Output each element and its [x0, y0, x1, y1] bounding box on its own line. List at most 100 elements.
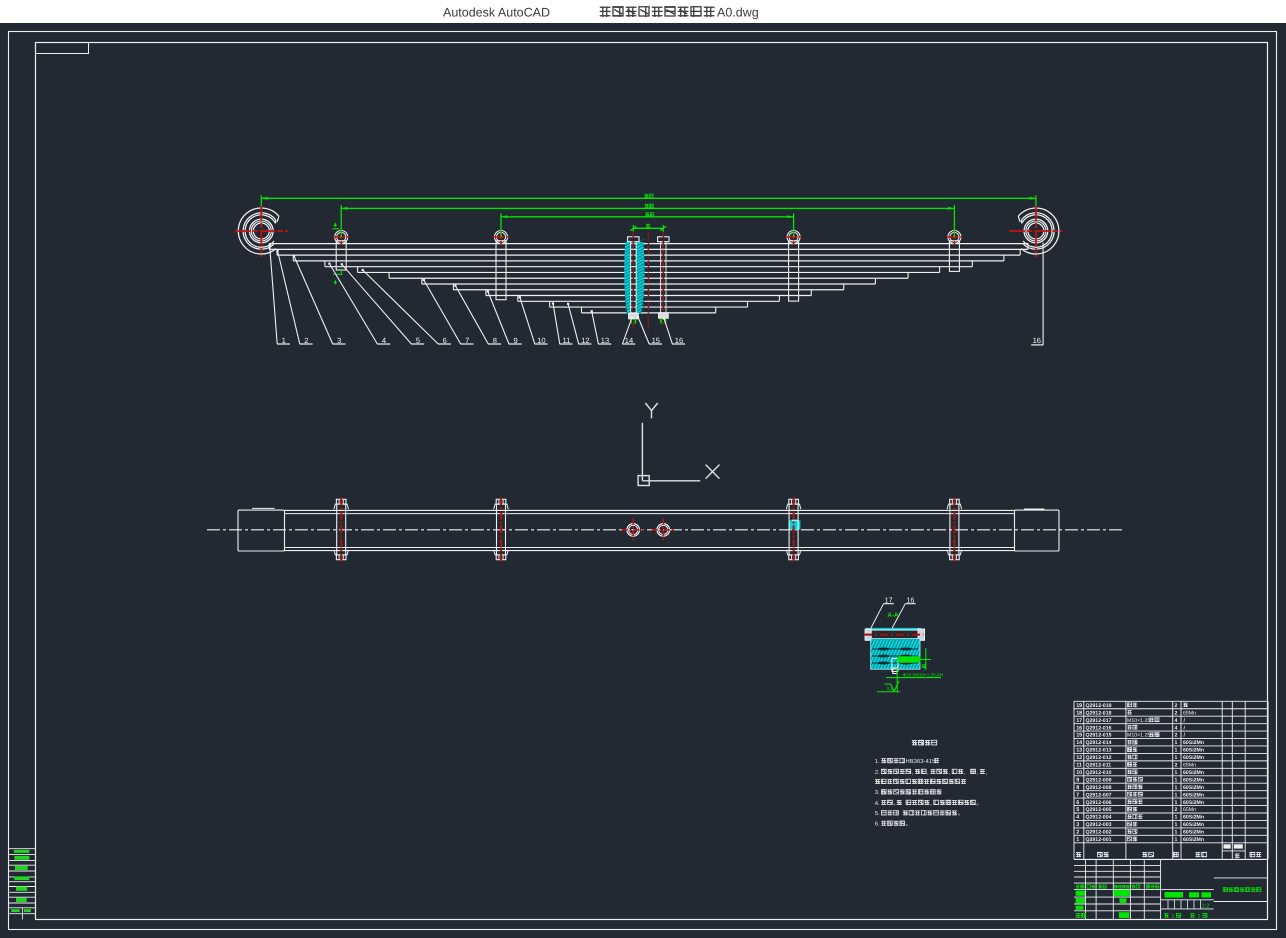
svg-text:2.: 2.	[875, 769, 880, 776]
svg-text:1:2: 1:2	[1202, 903, 1210, 909]
svg-text:3.2: 3.2	[887, 686, 894, 691]
svg-text:4.: 4.	[875, 800, 880, 807]
svg-text:Q2912-018: Q2912-018	[1086, 710, 1112, 716]
svg-text:2: 2	[1175, 733, 1178, 739]
svg-text:13: 13	[1076, 748, 1082, 754]
svg-text:8: 8	[493, 336, 497, 345]
svg-text:17: 17	[1076, 718, 1082, 724]
svg-text:12: 12	[581, 336, 589, 345]
svg-text:Φ10.5M10×1.25-6H: Φ10.5M10×1.25-6H	[903, 672, 944, 677]
svg-text:60Si2Mn: 60Si2Mn	[1183, 777, 1204, 783]
svg-text:A-A: A-A	[887, 612, 899, 619]
svg-text:Q2912-002: Q2912-002	[1086, 830, 1112, 836]
svg-text:13: 13	[601, 336, 609, 345]
svg-text:Q2912-010: Q2912-010	[1086, 770, 1112, 776]
svg-text:Q2912-011: Q2912-011	[1086, 763, 1112, 769]
svg-text:1: 1	[282, 336, 286, 345]
svg-text:9: 9	[513, 336, 517, 345]
svg-text:Q2912-013: Q2912-013	[1086, 748, 1112, 754]
svg-text:Q2912-019: Q2912-019	[1086, 703, 1112, 709]
svg-text:4: 4	[1175, 725, 1178, 731]
svg-text:19: 19	[1076, 703, 1082, 709]
svg-text:2: 2	[1175, 807, 1178, 813]
svg-text:15: 15	[1076, 733, 1082, 739]
svg-text:18: 18	[1076, 710, 1082, 716]
svg-text:5: 5	[416, 336, 420, 345]
svg-text:65Mn: 65Mn	[1183, 710, 1196, 716]
svg-text:3: 3	[1076, 822, 1079, 828]
svg-text:60Si2Mn: 60Si2Mn	[1183, 755, 1204, 761]
svg-text:1: 1	[1175, 792, 1178, 798]
svg-text:1: 1	[1175, 777, 1178, 783]
svg-text:15: 15	[652, 336, 660, 345]
svg-text:8: 8	[1076, 785, 1079, 791]
svg-text:5.: 5.	[875, 810, 880, 817]
svg-text:2: 2	[1175, 763, 1178, 769]
svg-text:1: 1	[1172, 913, 1175, 919]
svg-text:65Mn: 65Mn	[1183, 763, 1196, 769]
svg-text:16: 16	[1076, 725, 1082, 731]
svg-text:Q2912-008: Q2912-008	[1086, 785, 1112, 791]
svg-text:4: 4	[1175, 718, 1178, 724]
svg-text:Q2912-004: Q2912-004	[1086, 815, 1112, 821]
svg-text:14: 14	[1076, 740, 1082, 746]
svg-text:Q2912-009: Q2912-009	[1086, 777, 1112, 783]
svg-text:60Si2Mn: 60Si2Mn	[1183, 792, 1204, 798]
svg-text:2: 2	[1076, 830, 1079, 836]
svg-text:Q2912-007: Q2912-007	[1086, 792, 1112, 798]
svg-text:60Si2Mn: 60Si2Mn	[1183, 815, 1204, 821]
svg-text:60Si2Mn: 60Si2Mn	[1183, 770, 1204, 776]
svg-text:7: 7	[465, 336, 469, 345]
svg-text:1.: 1.	[875, 758, 880, 765]
svg-text:12: 12	[1076, 755, 1082, 761]
svg-text:Q2912-016: Q2912-016	[1086, 725, 1112, 731]
svg-text:。: 。	[958, 811, 964, 817]
svg-text:1: 1	[1175, 785, 1178, 791]
svg-text:60Si2Mn: 60Si2Mn	[1183, 785, 1204, 791]
svg-text:60Si2Mn: 60Si2Mn	[1183, 800, 1204, 806]
svg-text:M10×1.25: M10×1.25	[1127, 733, 1150, 739]
svg-text:Q2912-012: Q2912-012	[1086, 755, 1112, 761]
svg-text:Autodesk AutoCAD: Autodesk AutoCAD	[443, 6, 550, 20]
svg-text:3.: 3.	[875, 789, 880, 796]
svg-text:5: 5	[1076, 807, 1079, 813]
svg-text:1: 1	[1175, 800, 1178, 806]
svg-text:1: 1	[1175, 770, 1178, 776]
svg-text:1: 1	[1175, 830, 1178, 836]
svg-text:16: 16	[1033, 336, 1041, 345]
svg-text:4: 4	[382, 336, 386, 345]
svg-text:Q2912-017: Q2912-017	[1086, 718, 1112, 724]
svg-text:M10×1.25: M10×1.25	[1127, 718, 1150, 724]
svg-text:HB363-415: HB363-415	[906, 758, 937, 765]
svg-text:60Si2Mn: 60Si2Mn	[1183, 740, 1204, 746]
svg-text:9: 9	[1076, 777, 1079, 783]
svg-text:1: 1	[1076, 837, 1079, 843]
svg-text:3: 3	[337, 336, 341, 345]
svg-text:2: 2	[1175, 703, 1178, 709]
svg-text:11: 11	[562, 336, 570, 345]
svg-text:10: 10	[537, 336, 545, 345]
svg-text:A0.dwg: A0.dwg	[717, 6, 759, 20]
svg-text:1: 1	[1175, 748, 1178, 754]
svg-text:Q2912-015: Q2912-015	[1086, 733, 1112, 739]
svg-text:65Mn: 65Mn	[1183, 807, 1196, 813]
svg-text:60Si2Mn: 60Si2Mn	[1183, 837, 1204, 843]
svg-text:2: 2	[1175, 710, 1178, 716]
svg-text:。: 。	[906, 822, 912, 828]
svg-text:Q2912-006: Q2912-006	[1086, 800, 1112, 806]
svg-text:。: 。	[976, 801, 982, 807]
svg-text:6: 6	[1076, 800, 1079, 806]
svg-text:60Si2Mn: 60Si2Mn	[1183, 830, 1204, 836]
svg-text:6.: 6.	[875, 821, 880, 828]
svg-text:14: 14	[625, 336, 633, 345]
svg-text:60Si2Mn: 60Si2Mn	[1183, 822, 1204, 828]
svg-text:1: 1	[1175, 815, 1178, 821]
svg-text:16: 16	[675, 336, 683, 345]
svg-text:1: 1	[1175, 755, 1178, 761]
svg-text:10: 10	[1076, 770, 1082, 776]
svg-text:Q2912-005: Q2912-005	[1086, 807, 1112, 813]
svg-text:Q2912-001: Q2912-001	[1086, 837, 1112, 843]
svg-text:4: 4	[1076, 815, 1079, 821]
svg-text:1: 1	[1175, 822, 1178, 828]
svg-text:60Si2Mn: 60Si2Mn	[1183, 748, 1204, 754]
